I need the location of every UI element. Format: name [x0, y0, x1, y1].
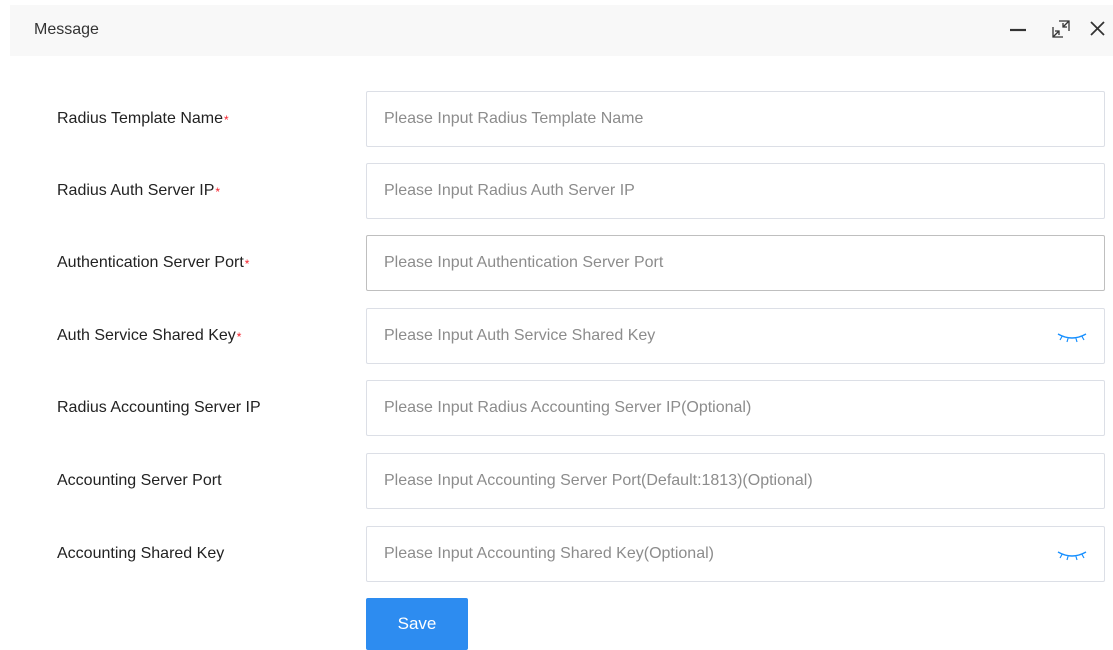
- field-label-text: Accounting Server Port: [57, 472, 222, 489]
- field-label-text: Radius Auth Server IP: [57, 182, 215, 199]
- auth-service-shared-key-input[interactable]: [366, 308, 1105, 364]
- maximize-icon[interactable]: [1050, 18, 1072, 40]
- minimize-icon[interactable]: [1008, 18, 1030, 40]
- radius-template-name-label: Radius Template Name*: [57, 109, 229, 129]
- form-row-authentication-server-port: Authentication Server Port*: [0, 235, 1113, 293]
- radius-accounting-server-ip-input[interactable]: [366, 380, 1105, 436]
- save-button[interactable]: Save: [366, 598, 468, 650]
- radius-auth-server-ip-input[interactable]: [366, 163, 1105, 219]
- required-mark: *: [244, 257, 250, 271]
- message-dialog: Message Radius Template Name* Please Inp…: [0, 0, 1113, 650]
- field-label-text: Radius Accounting Server IP: [57, 399, 261, 416]
- radius-accounting-server-ip-label: Radius Accounting Server IP: [57, 398, 261, 418]
- eye-closed-icon[interactable]: [1055, 330, 1089, 344]
- required-mark: *: [215, 185, 221, 199]
- form-row-auth-service-shared-key: Auth Service Shared Key*: [0, 308, 1113, 366]
- required-mark: *: [236, 330, 242, 344]
- dialog-title: Message: [34, 21, 99, 38]
- authentication-server-port-label: Authentication Server Port*: [57, 253, 249, 273]
- authentication-server-port-input[interactable]: [366, 235, 1105, 291]
- eye-closed-icon[interactable]: [1055, 548, 1089, 562]
- field-label-text: Auth Service Shared Key: [57, 327, 236, 344]
- auth-service-shared-key-label: Auth Service Shared Key*: [57, 326, 241, 346]
- required-mark: *: [224, 113, 229, 127]
- accounting-shared-key-label: Accounting Shared Key: [57, 544, 224, 564]
- form-row-accounting-shared-key: Accounting Shared Key: [0, 526, 1113, 584]
- field-label-text: Radius Template Name: [57, 110, 224, 127]
- field-label-text: Authentication Server Port: [57, 254, 244, 271]
- form-row-radius-template-name: Radius Template Name*: [0, 91, 1113, 149]
- form-row-radius-auth-server-ip: Radius Auth Server IP*: [0, 163, 1113, 221]
- accounting-server-port-label: Accounting Server Port: [57, 471, 222, 491]
- dialog-titlebar: Message: [10, 5, 1113, 56]
- radius-auth-server-ip-label: Radius Auth Server IP*: [57, 181, 220, 201]
- close-icon[interactable]: [1087, 18, 1109, 40]
- accounting-shared-key-input[interactable]: [366, 526, 1105, 582]
- radius-template-name-input[interactable]: [366, 91, 1105, 147]
- form-row-accounting-server-port: Accounting Server Port: [0, 453, 1113, 511]
- form-row-radius-accounting-server-ip: Radius Accounting Server IP: [0, 380, 1113, 438]
- field-label-text: Accounting Shared Key: [57, 545, 225, 562]
- accounting-server-port-input[interactable]: [366, 453, 1105, 509]
